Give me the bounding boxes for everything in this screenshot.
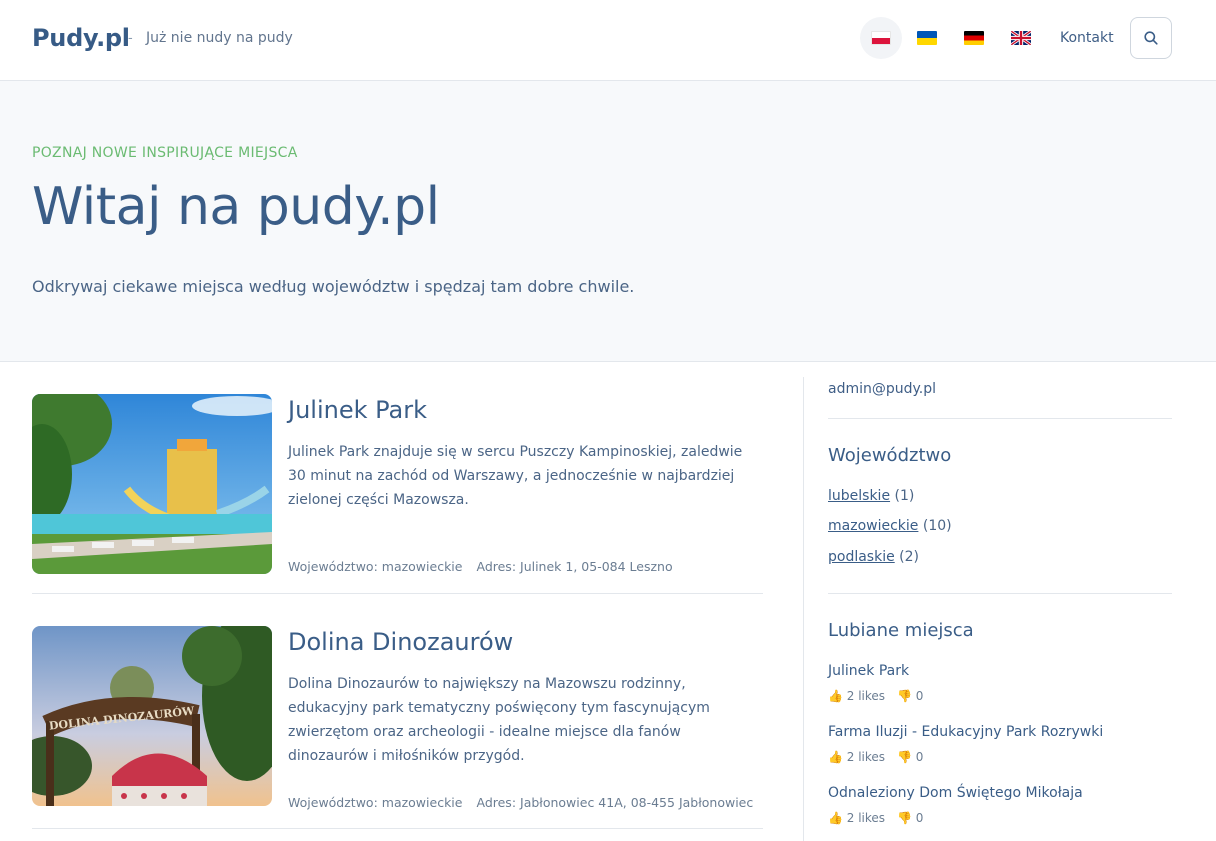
flag-pl-icon[interactable] <box>871 31 891 45</box>
search-button[interactable] <box>1130 17 1172 59</box>
tagline-separator: - <box>128 31 133 46</box>
region-item: podlaskie (2) <box>828 549 919 565</box>
region-link-mazowieckie[interactable]: mazowieckie <box>828 518 918 534</box>
place-card-julinek: Julinek Park Julinek Park znajduje się w… <box>32 394 763 594</box>
site-tagline: Już nie nudy na pudy <box>146 30 293 46</box>
flag-de-icon[interactable] <box>964 31 984 45</box>
contact-email[interactable]: admin@pudy.pl <box>828 381 936 397</box>
region-count: (10) <box>922 518 952 534</box>
place-meta: Województwo: mazowieckie Adres: Julinek 1… <box>288 559 673 574</box>
place-card-dolina: DOLINA DINOZAURÓW Dolina Dinozaurów Doli… <box>32 626 763 829</box>
favorite-votes: 👍 2 likes 👎 0 <box>828 811 923 825</box>
region-link-lubelskie[interactable]: lubelskie <box>828 488 890 504</box>
place-address: Adres: Jabłonowiec 41A, 08-455 Jabłonowi… <box>476 795 754 810</box>
favorite-place-link[interactable]: Julinek Park <box>828 663 909 679</box>
place-image-dolina[interactable]: DOLINA DINOZAURÓW <box>32 626 272 806</box>
favorite-votes: 👍 2 likes 👎 0 <box>828 750 923 764</box>
place-description: Julinek Park znajduje się w sercu Puszcz… <box>288 444 743 508</box>
flag-ua-icon[interactable] <box>917 31 937 45</box>
hero-title: Witaj na pudy.pl <box>32 177 440 237</box>
place-title[interactable]: Julinek Park <box>288 396 427 424</box>
favorite-place-link[interactable]: Odnaleziony Dom Świętego Mikołaja <box>828 785 1083 801</box>
place-image-julinek[interactable] <box>32 394 272 574</box>
region-link-podlaskie[interactable]: podlaskie <box>828 549 895 565</box>
dislikes-count[interactable]: 👎 0 <box>897 811 923 825</box>
flag-gb-icon[interactable] <box>1011 31 1031 45</box>
region-count: (2) <box>899 549 920 565</box>
dislikes-count[interactable]: 👎 0 <box>897 750 923 764</box>
likes-count[interactable]: 👍 2 likes <box>828 811 885 825</box>
favorite-votes: 👍 2 likes 👎 0 <box>828 689 923 703</box>
regions-heading: Województwo <box>828 445 952 466</box>
region-count: (1) <box>894 488 915 504</box>
favorite-place-link[interactable]: Farma Iluzji - Edukacyjny Park Rozrywki <box>828 724 1103 740</box>
site-logo[interactable]: Pudy.pl <box>32 24 130 52</box>
site-header: Pudy.pl - Już nie nudy na pudy Kontakt <box>0 0 1216 81</box>
nav-contact-link[interactable]: Kontakt <box>1060 30 1114 46</box>
region-item: lubelskie (1) <box>828 488 914 504</box>
hero-section: POZNAJ NOWE INSPIRUJĄCE MIEJSCA Witaj na… <box>0 81 1216 362</box>
favorites-heading: Lubiane miejsca <box>828 620 974 641</box>
likes-count[interactable]: 👍 2 likes <box>828 750 885 764</box>
sidebar-divider <box>803 377 804 841</box>
place-meta: Województwo: mazowieckie Adres: Jabłonowi… <box>288 795 753 810</box>
place-region: Województwo: mazowieckie <box>288 559 463 574</box>
sidebar-separator <box>828 593 1172 594</box>
dislikes-count[interactable]: 👎 0 <box>897 689 923 703</box>
region-item: mazowieckie (10) <box>828 518 952 534</box>
place-region: Województwo: mazowieckie <box>288 795 463 810</box>
search-icon <box>1144 31 1158 45</box>
sidebar-separator <box>828 418 1172 419</box>
hero-subtitle: Odkrywaj ciekawe miejsca według wojewódz… <box>32 277 635 296</box>
place-address: Adres: Julinek 1, 05-084 Leszno <box>476 559 673 574</box>
hero-eyebrow: POZNAJ NOWE INSPIRUJĄCE MIEJSCA <box>32 145 298 161</box>
likes-count[interactable]: 👍 2 likes <box>828 689 885 703</box>
place-description: Dolina Dinozaurów to największy na Mazow… <box>288 676 710 764</box>
place-title[interactable]: Dolina Dinozaurów <box>288 628 513 656</box>
